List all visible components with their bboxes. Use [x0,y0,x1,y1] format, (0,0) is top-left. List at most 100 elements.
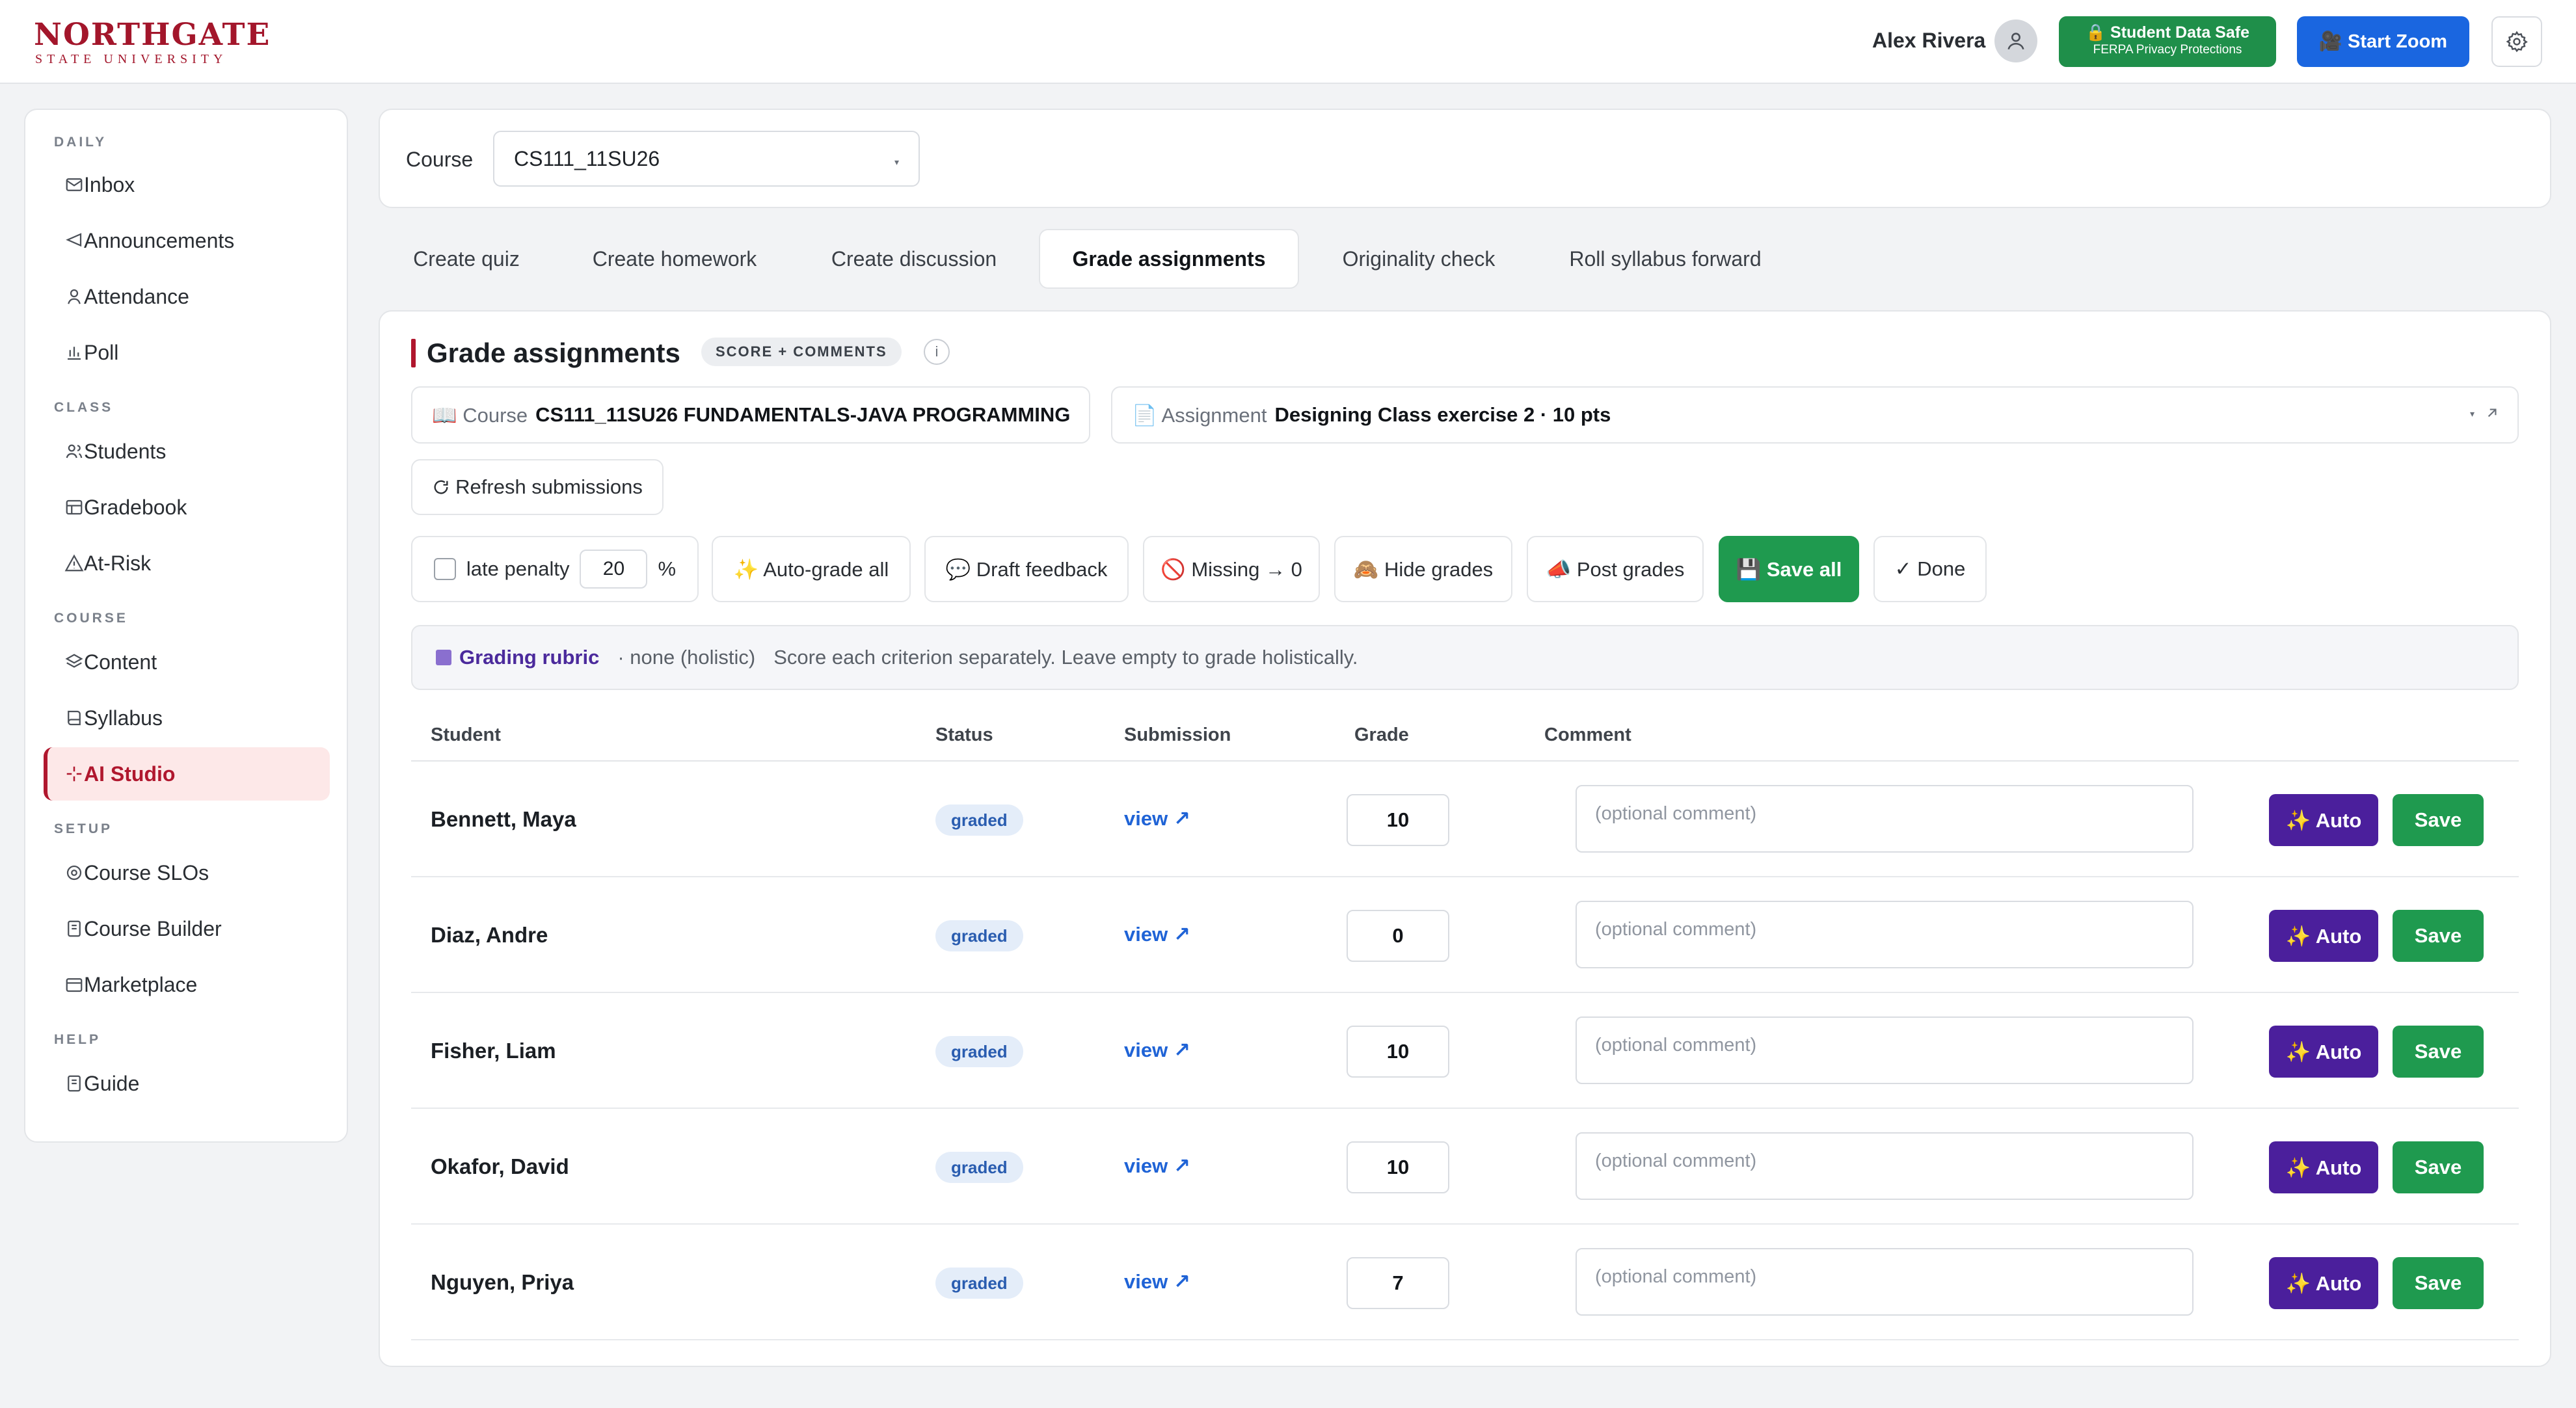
book-icon [64,708,84,728]
settings-button[interactable] [2491,16,2542,67]
sidebar-item-at-risk[interactable]: At-Risk [44,537,330,590]
tab-create-homework[interactable]: Create homework [566,229,783,289]
course-info-box: 📖 Course CS111_11SU26 FUNDAMENTALS-JAVA … [411,386,1090,444]
comment-input[interactable]: (optional comment) [1576,785,2194,853]
sidebar-section-daily: DAILY [54,135,107,150]
view-submission-link[interactable]: view ↗ [1124,1270,1190,1294]
document-icon [64,919,84,938]
sidebar-item-course-slos[interactable]: Course SLOs [44,846,330,899]
assignment-label: 📄 Assignment [1132,403,1267,427]
tab-create-quiz[interactable]: Create quiz [390,229,543,289]
course-select-value: CS111_11SU26 [514,146,660,170]
course-info-value: CS111_11SU26 FUNDAMENTALS-JAVA PROGRAMMI… [535,403,1071,426]
tab-originality-check[interactable]: Originality check [1319,229,1518,289]
sidebar-item-students[interactable]: Students [44,425,330,478]
ferpa-badge[interactable]: 🔒 Student Data Safe FERPA Privacy Protec… [2059,16,2276,67]
start-zoom-button[interactable]: 🎥 Start Zoom [2297,16,2469,67]
sidebar-item-attendance[interactable]: Attendance [44,270,330,323]
hide-grades-button[interactable]: 🙈 Hide grades [1334,536,1512,602]
tab-grade-assignments[interactable]: Grade assignments [1039,229,1299,289]
grade-input[interactable]: 10 [1347,1026,1449,1078]
sidebar-item-guide[interactable]: Guide [44,1057,330,1110]
title-accent [411,339,416,367]
post-grades-button[interactable]: 📣 Post grades [1527,536,1704,602]
ferpa-title: 🔒 Student Data Safe [2085,23,2249,42]
megaphone-icon [64,231,84,250]
view-submission-link[interactable]: view ↗ [1124,807,1190,830]
sparkle-icon [64,764,84,784]
rubric-title[interactable]: Grading rubric [459,646,599,669]
sidebar-item-gradebook[interactable]: Gradebook [44,481,330,534]
tab-create-discussion[interactable]: Create discussion [805,229,1023,289]
late-penalty-checkbox[interactable] [433,558,456,580]
mode-badge: SCORE + COMMENTS [701,338,902,366]
gear-icon [2505,30,2529,53]
sidebar-item-announcements[interactable]: Announcements [44,214,330,267]
sidebar-item-inbox[interactable]: Inbox [44,158,330,211]
chevron-down-icon: ▾ [2469,408,2475,419]
status-badge: graded [935,1036,1023,1067]
sidebar-item-label: Gradebook [84,495,187,519]
column-header-student: Student [431,724,501,745]
save-button[interactable]: Save [2393,1141,2484,1193]
save-button[interactable]: Save [2393,794,2484,846]
grade-input[interactable]: 0 [1347,910,1449,962]
late-penalty-input[interactable]: 20 [580,550,648,589]
save-button[interactable]: Save [2393,910,2484,962]
sidebar-item-label: At-Risk [84,551,152,575]
mail-icon [64,175,84,194]
auto-grade-button[interactable]: ✨ Auto [2269,1257,2378,1309]
sidebar-item-label: Marketplace [84,972,198,996]
refresh-submissions-button[interactable]: Refresh submissions [411,459,664,515]
university-logo[interactable]: NORTHGATE STATE UNIVERSITY [34,18,271,67]
auto-grade-all-button[interactable]: ✨ Auto-grade all [712,536,911,602]
sidebar-item-poll[interactable]: Poll [44,326,330,379]
save-button[interactable]: Save [2393,1026,2484,1078]
auto-grade-button[interactable]: ✨ Auto [2269,1026,2378,1078]
table-row: Diaz, Andre graded view ↗ 0 (optional co… [411,877,2519,993]
save-button[interactable]: Save [2393,1257,2484,1309]
view-submission-link[interactable]: view ↗ [1124,1039,1190,1062]
assignment-select[interactable]: 📄 Assignment Designing Class exercise 2 … [1111,386,2519,444]
sidebar-item-label: Course SLOs [84,860,209,884]
info-icon[interactable]: i [924,339,950,365]
sidebar-item-marketplace[interactable]: Marketplace [44,958,330,1011]
avatar[interactable] [1994,20,2037,62]
auto-grade-button[interactable]: ✨ Auto [2269,910,2378,962]
sidebar-item-label: Poll [84,340,119,364]
layers-icon [64,652,84,672]
tab-roll-syllabus-forward[interactable]: Roll syllabus forward [1547,229,1784,289]
sidebar-item-course-builder[interactable]: Course Builder [44,902,330,955]
student-name: Bennett, Maya [431,807,576,831]
sidebar-item-label: Content [84,650,157,674]
rubric-icon [436,650,451,665]
sidebar-item-ai-studio[interactable]: AI Studio [44,747,330,801]
comment-input[interactable]: (optional comment) [1576,1248,2194,1316]
view-submission-link[interactable]: view ↗ [1124,1154,1190,1178]
auto-grade-button[interactable]: ✨ Auto [2269,794,2378,846]
table-icon [64,498,84,517]
person-icon [64,287,84,306]
comment-input[interactable]: (optional comment) [1576,1016,2194,1084]
sidebar-item-label: AI Studio [84,762,176,786]
auto-grade-button[interactable]: ✨ Auto [2269,1141,2378,1193]
comment-input[interactable]: (optional comment) [1576,1132,2194,1200]
save-all-button[interactable]: 💾 Save all [1719,536,1859,602]
course-select[interactable]: CS111_11SU26 ▾ [493,131,920,187]
view-submission-link[interactable]: view ↗ [1124,923,1190,946]
sidebar-section-course: COURSE [54,611,128,626]
course-label: Course [406,148,474,171]
comment-input[interactable]: (optional comment) [1576,901,2194,968]
grade-input[interactable]: 10 [1347,794,1449,846]
missing-to-zero-button[interactable]: 🚫 Missing → 0 [1143,536,1320,602]
grade-input[interactable]: 7 [1347,1257,1449,1309]
draft-feedback-button[interactable]: 💬 Draft feedback [924,536,1129,602]
done-button[interactable]: ✓ Done [1873,536,1987,602]
external-link-icon[interactable] [2484,405,2501,421]
sidebar-item-content[interactable]: Content [44,635,330,689]
grade-input[interactable]: 10 [1347,1141,1449,1193]
sidebar-section-help: HELP [54,1032,101,1047]
sidebar-item-syllabus[interactable]: Syllabus [44,691,330,745]
sidebar-item-label: Announcements [84,228,235,252]
course-picker-card: Course CS111_11SU26 ▾ [379,109,2551,208]
